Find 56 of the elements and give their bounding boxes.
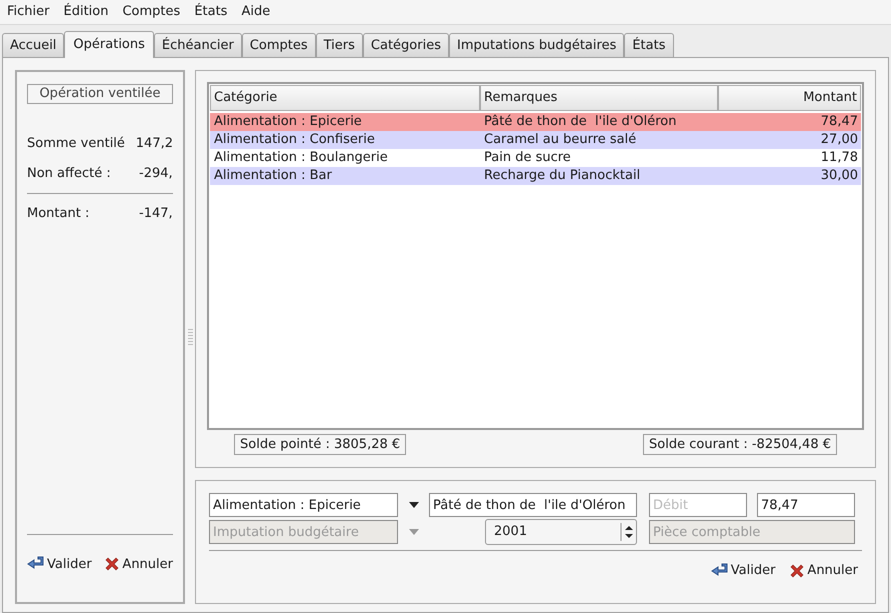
summary-label: Somme ventilé [27,135,126,153]
balance-label: Solde courant : -82504,48 € [643,434,837,455]
dropdown-caret-icon[interactable] [408,501,420,509]
column-header[interactable]: Remarques [480,85,718,111]
return-arrow-icon [710,562,729,579]
tab[interactable]: Catégories [362,33,449,57]
tab[interactable]: États [624,33,674,57]
summary-value: -294, [139,164,173,182]
table-cell-text: 27,00 [820,131,859,150]
table-cell-text: 11,78 [820,149,859,168]
validate-button[interactable]: Valider [710,561,776,580]
table-cell-text: Alimentation : Epicerie [213,113,363,132]
menu-item[interactable]: Édition [56,2,116,22]
tab[interactable]: Accueil [2,33,64,57]
spin-arrows-icon[interactable] [620,523,636,541]
tab[interactable]: Échéancier [154,33,242,57]
tab[interactable]: Comptes [242,33,316,57]
table-cell-text: Recharge du Pianocktail [483,167,642,186]
close-icon [104,556,120,572]
close-icon [789,562,806,579]
table-cell-text: Caramel au beurre salé [483,131,638,150]
category-field[interactable]: Alimentation : Epicerie [209,493,398,517]
splitter-grip[interactable] [188,329,192,345]
tab[interactable]: Imputations budgétaires [448,33,624,57]
remark-field[interactable]: Pâté de thon de l'ile d'Oléron [429,493,637,517]
column-header[interactable]: Montant [718,85,861,111]
table-cell-text: Alimentation : Boulangerie [213,149,389,168]
table-cell-text: 78,47 [820,113,859,132]
year-value: 2001 [493,523,528,542]
table-row[interactable]: Alimentation : Epicerie Pâté de thon de l'ile d'Oléron 78,47 [210,113,861,131]
table-row[interactable]: Alimentation : Confiserie Caramel au beurre salé 27,00 [210,131,861,149]
tab[interactable]: Tiers [316,33,363,57]
table-row[interactable]: Alimentation : Bar Recharge du Pianocktail 30,00 [210,167,861,185]
table-cell-text: Pain de sucre [483,149,572,168]
validate-button[interactable]: Valider [27,554,92,574]
summary-value: 147,2 [136,135,173,153]
summary-label: Montant : [27,205,90,223]
balance-label: Solde pointé : 3805,28 € [234,434,406,455]
cancel-button[interactable]: Annuler [789,561,858,580]
credit-field[interactable]: 78,47 [757,493,855,517]
summary-value: -147, [139,205,173,223]
table-cell-text: Pâté de thon de l'ile d'Oléron [483,113,678,132]
menu-item[interactable]: États [187,2,234,22]
menu-item[interactable]: Fichier [0,2,56,22]
split-operation-label: Opération ventilée [27,84,173,104]
table-cell-text: 30,00 [820,167,859,186]
menu-item[interactable]: Aide [234,2,278,22]
table-cell-text: Alimentation : Bar [213,167,333,186]
year-spinner[interactable]: 2001 [485,519,637,545]
table-cell-text: Alimentation : Confiserie [213,131,376,150]
menu-item[interactable]: Comptes [115,2,188,22]
summary-label: Non affecté : [27,164,112,182]
debit-field[interactable]: Débit [649,493,747,517]
column-header[interactable]: Catégorie [210,85,480,111]
tab[interactable]: Opérations [64,31,154,58]
cancel-button[interactable]: Annuler [104,554,173,574]
